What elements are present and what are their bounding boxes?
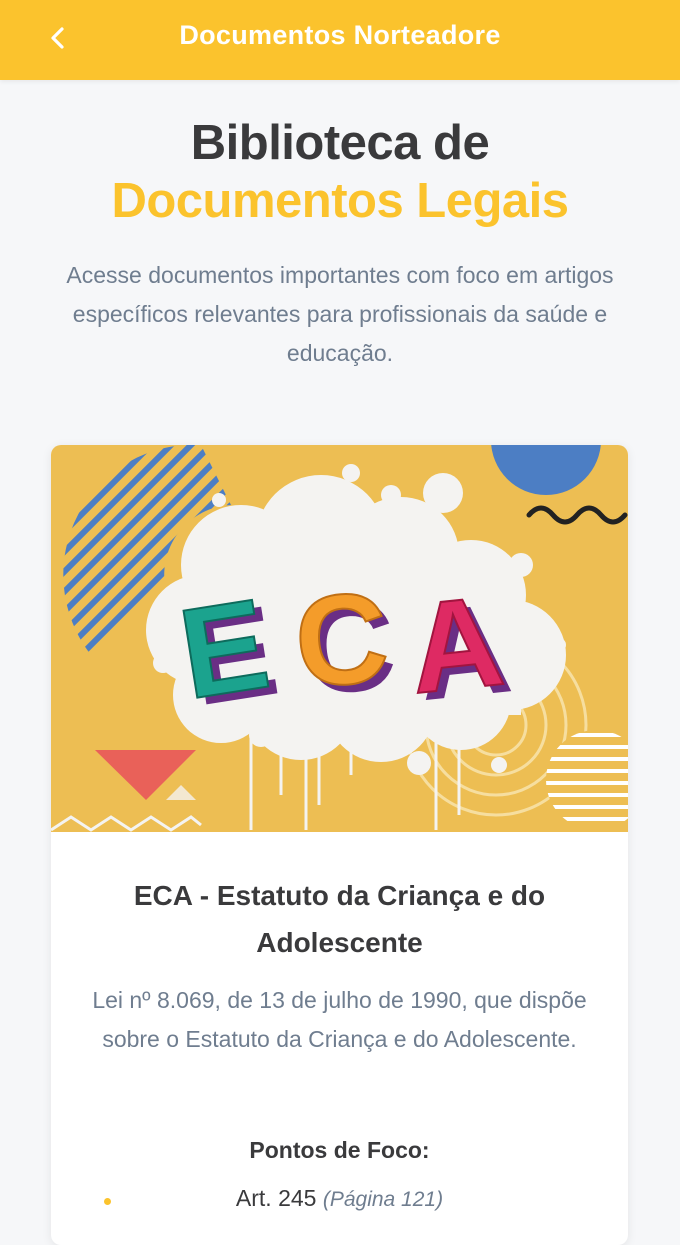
document-card[interactable]: E E C C A A ECA - Estatuto da Criança e … bbox=[51, 445, 628, 1245]
focus-point-page: (Página 121) bbox=[322, 1188, 444, 1211]
focus-point-article: Art. 245 bbox=[235, 1185, 317, 1211]
library-heading: Biblioteca de Documentos Legais bbox=[0, 114, 680, 230]
eca-cover-image: E E C C A A bbox=[51, 445, 628, 832]
svg-text:A: A bbox=[403, 569, 510, 721]
document-title: ECA - Estatuto da Criança e do Adolescen… bbox=[133, 880, 546, 958]
document-description: Lei nº 8.069, de 13 de julho de 1990, qu… bbox=[92, 987, 587, 1052]
library-heading-line2: Documentos Legais bbox=[111, 174, 569, 228]
library-heading-line1: Biblioteca de bbox=[190, 116, 490, 170]
app-bar: Documentos Norteadore bbox=[0, 0, 680, 80]
page-title: Documentos Norteadore bbox=[179, 20, 501, 50]
focus-point-item: Art. 245 (Página 121) bbox=[51, 1185, 628, 1221]
focus-point-text: Art. 245 (Página 121) bbox=[51, 1185, 628, 1212]
library-subtitle: Acesse documentos importantes com foco e… bbox=[66, 262, 614, 366]
svg-text:C: C bbox=[290, 566, 392, 715]
focus-points-heading: Pontos de Foco: bbox=[249, 1137, 430, 1163]
